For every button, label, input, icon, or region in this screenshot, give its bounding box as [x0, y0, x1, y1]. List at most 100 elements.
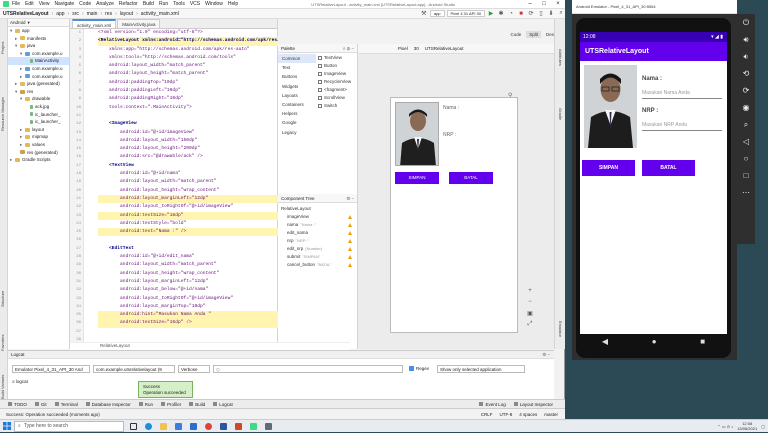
actual-size-icon[interactable]: ⤢ — [525, 321, 535, 330]
palette-item[interactable]: Button — [318, 62, 356, 70]
warning-icon[interactable] — [348, 247, 352, 251]
hammer-icon[interactable]: ⚒ — [420, 10, 428, 17]
project-tree-item[interactable]: ▸ com.example.u — [8, 73, 69, 81]
status-message[interactable]: Success: Operation succeeded (moments ag… — [6, 412, 100, 417]
bottom-tab-terminal[interactable]: Terminal — [54, 402, 78, 407]
run-config-select[interactable]: app — [429, 10, 445, 17]
bottom-tab-database-inspector[interactable]: Database Inspector — [85, 402, 131, 407]
palette-item[interactable]: TextView — [318, 54, 356, 62]
android-studio-taskbar-icon[interactable] — [247, 421, 259, 432]
bottom-tab-git[interactable]: Git — [34, 402, 47, 407]
mail-icon[interactable] — [187, 421, 199, 432]
event-log-tab[interactable]: Event Log — [479, 402, 506, 407]
xml-code-area[interactable]: <?xml version="1.0" encoding="utf-8"?> <R… — [84, 29, 278, 349]
structure-tab[interactable]: Structure — [0, 279, 8, 319]
layout-preview[interactable]: Nama : NRP : SIMPAN BATAL — [390, 97, 518, 333]
breadcrumb-item[interactable]: layout — [120, 11, 133, 17]
sync-icon[interactable]: ⟳ — [527, 10, 535, 17]
fit-screen-icon[interactable]: ▣ — [525, 310, 535, 319]
bottom-tab-logcat[interactable]: Logcat — [213, 402, 233, 407]
menu-edit[interactable]: Edit — [25, 1, 34, 7]
favorites-tab[interactable]: Favorites — [0, 323, 8, 363]
nrp-input[interactable]: Masukan NRP Anda — [642, 122, 722, 131]
api-dropdown[interactable]: 30 — [414, 46, 419, 51]
split-mode-button[interactable]: Split — [526, 31, 541, 38]
close-icon[interactable]: × — [551, 1, 565, 7]
code-line[interactable] — [98, 112, 278, 120]
code-line[interactable]: android:id="@+id/imageView" — [98, 129, 278, 137]
emulator-taskbar-icon[interactable] — [262, 421, 274, 432]
warning-icon[interactable] — [348, 255, 352, 259]
code-line[interactable]: android:textSize="16dp" /> — [98, 319, 278, 328]
rotate-right-icon[interactable]: ⟳ — [737, 82, 755, 99]
component-tree-row[interactable]: imageView — [278, 213, 356, 221]
code-line[interactable]: xmlns:tools="http://schemas.android.com/… — [98, 54, 278, 62]
emulator-tab[interactable]: Emulator — [555, 309, 563, 349]
rotate-left-icon[interactable]: ⟲ — [737, 65, 755, 82]
palette-category[interactable]: Google — [278, 118, 316, 127]
palette-item[interactable]: <fragment> — [318, 86, 356, 94]
code-line[interactable]: android:paddingLeft="10dp" — [98, 87, 278, 95]
menu-help[interactable]: Help — [228, 1, 238, 7]
code-line[interactable] — [98, 328, 278, 336]
code-line[interactable]: android:id="@+id/edit_nama" — [98, 253, 278, 261]
component-tree-row[interactable]: RelativeLayout — [278, 205, 356, 213]
encoding-indicator[interactable]: UTF-8 — [499, 412, 512, 417]
code-line[interactable]: xmlns:app="http://schemas.android.com/ap… — [98, 46, 278, 54]
breadcrumb-item[interactable]: src — [72, 11, 79, 17]
minimize-icon[interactable]: – — [523, 1, 537, 7]
code-line[interactable]: android:paddingTop="10dp" — [98, 79, 278, 87]
project-tree-item[interactable]: ▸ java (generated) — [8, 80, 69, 88]
preview-image-view[interactable] — [395, 102, 439, 166]
gear-icon[interactable]: ⚙ – — [542, 351, 550, 358]
logcat-device-select[interactable]: Emulator Pixel_4_31_API_30 And — [12, 364, 90, 373]
project-tool-tab[interactable]: Project — [0, 23, 8, 73]
layout-inspector-tab[interactable]: Layout Inspector — [513, 402, 553, 407]
code-line[interactable]: android:layout_marginTop="10dp" — [98, 303, 278, 311]
component-tree-row[interactable]: nrp "NRP :" — [278, 237, 356, 245]
search-icon[interactable]: ⌕ — [557, 10, 565, 17]
file-explorer-icon[interactable] — [157, 421, 169, 432]
volume-down-icon[interactable]: 🔉︎ — [737, 48, 755, 65]
back-icon[interactable]: ◁ — [737, 133, 755, 150]
palette-item[interactable]: ScrollView — [318, 94, 356, 102]
bottom-tab-build[interactable]: Build — [189, 402, 205, 407]
breadcrumb-item[interactable]: res — [105, 11, 112, 17]
logcat-search-input[interactable]: Q- — [213, 364, 403, 373]
line-separator-indicator[interactable]: CRLF — [481, 412, 493, 417]
code-line[interactable]: <TextView — [98, 162, 278, 170]
preview-batal-button[interactable]: BATAL — [449, 172, 493, 184]
project-tree-item[interactable]: ▾ com.example.u — [8, 50, 69, 58]
code-line[interactable]: android:layout_height="wrap_content" — [98, 270, 278, 278]
component-tree-row[interactable]: edit_nrp (Number) — [278, 245, 356, 253]
breadcrumb-item[interactable]: activity_main.xml — [141, 11, 179, 17]
notification-icon[interactable]: ▢ — [761, 424, 765, 429]
code-line[interactable]: android:layout_toRightOf="@+id/imageView… — [98, 203, 278, 211]
code-line[interactable]: android:layout_width="match_parent" — [98, 62, 278, 70]
regex-checkbox[interactable]: Regex — [409, 366, 429, 372]
warning-icon[interactable] — [348, 223, 352, 227]
taskbar-clock[interactable]: 12:08 13/06/2021 — [737, 421, 757, 431]
breadcrumb-item[interactable]: UTSRelativeLayout — [3, 11, 49, 17]
code-line[interactable]: android:textStyle="bold" — [98, 220, 278, 228]
debug-icon[interactable]: ✱ — [497, 10, 505, 17]
palette-category[interactable]: Buttons — [278, 72, 316, 81]
gradle-tab[interactable]: Gradle — [555, 89, 563, 139]
component-tree-row[interactable]: nama "Nama :" — [278, 221, 356, 229]
tray-icons[interactable]: ⌃ ▭ ⊙ ♪ — [717, 424, 733, 429]
palette-item[interactable]: RecyclerView — [318, 78, 356, 86]
resource-manager-tab[interactable]: Resource Manager — [0, 79, 8, 149]
code-line[interactable]: android:src="@drawable/ack" /> — [98, 153, 278, 161]
project-tree-item[interactable]: ic_launcher_ — [8, 111, 69, 119]
code-line[interactable]: <?xml version="1.0" encoding="utf-8"?> — [98, 29, 278, 37]
palette-item[interactable]: ImageView — [318, 70, 356, 78]
project-panel-header[interactable]: Android ▾ — [8, 19, 69, 27]
xml-breadcrumb[interactable]: RelativeLayout — [70, 342, 350, 350]
palette-category[interactable]: Containers — [278, 100, 316, 109]
back-icon[interactable]: ◀ — [602, 337, 608, 346]
emulator-screen[interactable]: 12:08 ▾ ◢ ▮ UTSRelativeLayout Nama : Mas… — [580, 32, 727, 334]
code-line[interactable]: <EditText — [98, 245, 278, 253]
component-tree-row[interactable]: edit_nama — [278, 229, 356, 237]
project-tree-item[interactable]: ▸ mipmap — [8, 133, 69, 141]
power-icon[interactable]: ⏻ — [737, 14, 755, 31]
